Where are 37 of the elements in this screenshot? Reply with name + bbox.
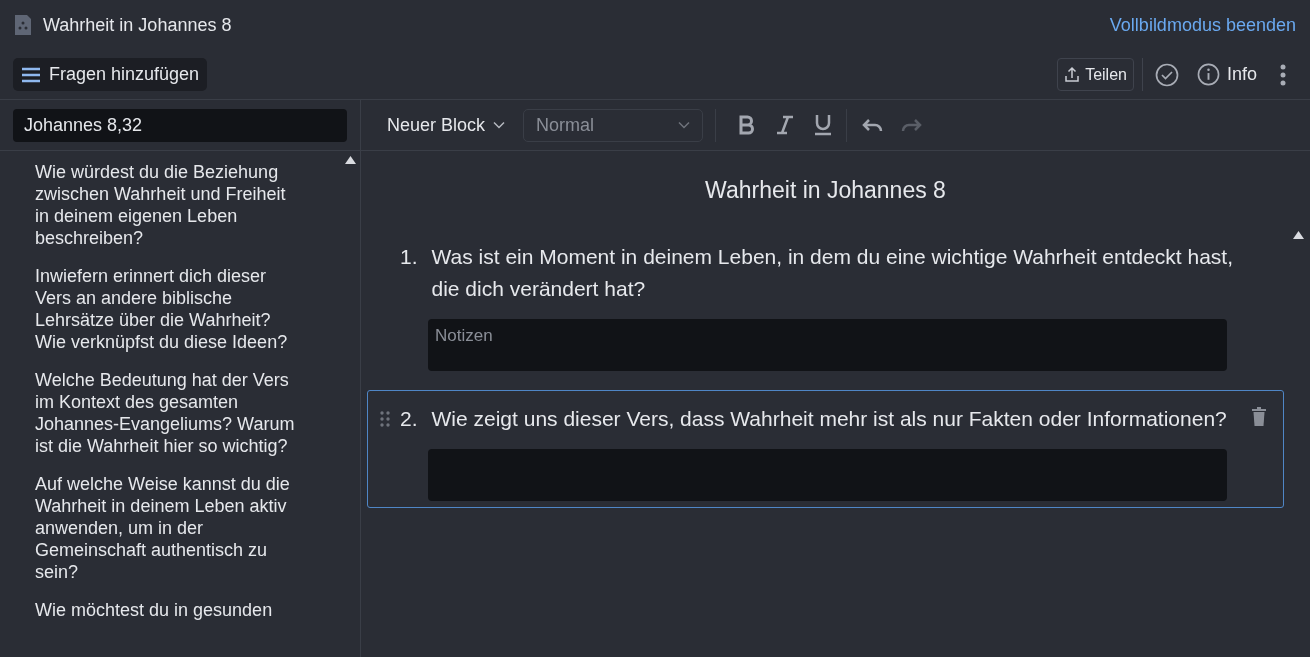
share-button[interactable]: Teilen	[1057, 58, 1134, 91]
notes-field[interactable]	[428, 448, 1227, 501]
question-suggestion[interactable]: Auf welche Weise kannst du die Wahrheit in deinem Leben aktiv anwenden, um in der Gemeinschaft authentisch zu sein?	[35, 473, 300, 583]
question-number: 2.	[400, 405, 418, 432]
selected-question-card[interactable]: 2. Wie zeigt uns dieser Vers, dass Wahrheit mehr ist als nur Fakten oder Informationen?	[367, 389, 1284, 508]
scroll-up-icon[interactable]	[345, 156, 356, 164]
menu-icon	[21, 66, 41, 83]
checkmark-icon[interactable]	[1154, 62, 1179, 87]
style-dropdown[interactable]: Normal	[523, 108, 704, 142]
question-suggestion[interactable]: Wie würdest du die Beziehung zwischen Wahrheit und Freiheit in deinem eigenen Leben beschreiben?	[35, 161, 300, 249]
delete-icon[interactable]	[1251, 406, 1267, 427]
question-suggestion[interactable]: Wie möchtest du in gesunden	[35, 599, 300, 621]
scroll-up-icon[interactable]	[1293, 231, 1304, 239]
notes-field[interactable]: Notizen	[428, 318, 1227, 371]
question-number: 1.	[400, 243, 418, 270]
document-title: Wahrheit in Johannes 8	[704, 176, 947, 205]
bold-icon[interactable]	[738, 115, 757, 135]
document-icon	[14, 14, 32, 36]
window-title: Wahrheit in Johannes 8	[43, 13, 232, 37]
info-icon	[1196, 63, 1220, 86]
add-questions-button[interactable]: Fragen hinzufügen	[13, 58, 208, 91]
exit-fullscreen-link[interactable]: Vollbildmodus beenden	[1109, 11, 1296, 39]
chevron-down-icon	[493, 121, 506, 129]
chevron-down-icon	[678, 121, 691, 129]
search-field[interactable]: Johannes 8,32	[13, 108, 347, 142]
upload-icon	[1064, 66, 1081, 83]
question-text: Was ist ein Moment in deinem Leben, in dem du eine wichtige Wahrheit entdeckt hast, die dich verändert hat?	[431, 243, 1235, 302]
block-dropdown[interactable]: Neuer Block	[387, 111, 506, 139]
italic-icon[interactable]	[776, 115, 795, 135]
question-text: Wie zeigt uns dieser Vers, dass Wahrheit mehr ist als nur Fakten oder Informationen?	[431, 405, 1227, 432]
drag-handle-icon[interactable]	[380, 410, 390, 427]
question-suggestion[interactable]: Welche Bedeutung hat der Vers im Kontext des gesamten Johannes-Evangeliums? Warum ist die Wahrheit hier so wichtig?	[35, 369, 300, 457]
info-button[interactable]: Info	[1196, 61, 1257, 88]
more-options-icon[interactable]	[1279, 63, 1287, 86]
question-card[interactable]: 1. Was ist ein Moment in deinem Leben, in dem du eine wichtige Wahrheit entdeckt hast, die dich verändert hat? Notizen	[367, 227, 1284, 378]
question-suggestion[interactable]: Inwiefern erinnert dich dieser Vers an andere biblische Lehrsätze über die Wahrheit? Wie verknüpfst du diese Ideen?	[35, 265, 300, 353]
underline-icon[interactable]	[814, 114, 833, 136]
